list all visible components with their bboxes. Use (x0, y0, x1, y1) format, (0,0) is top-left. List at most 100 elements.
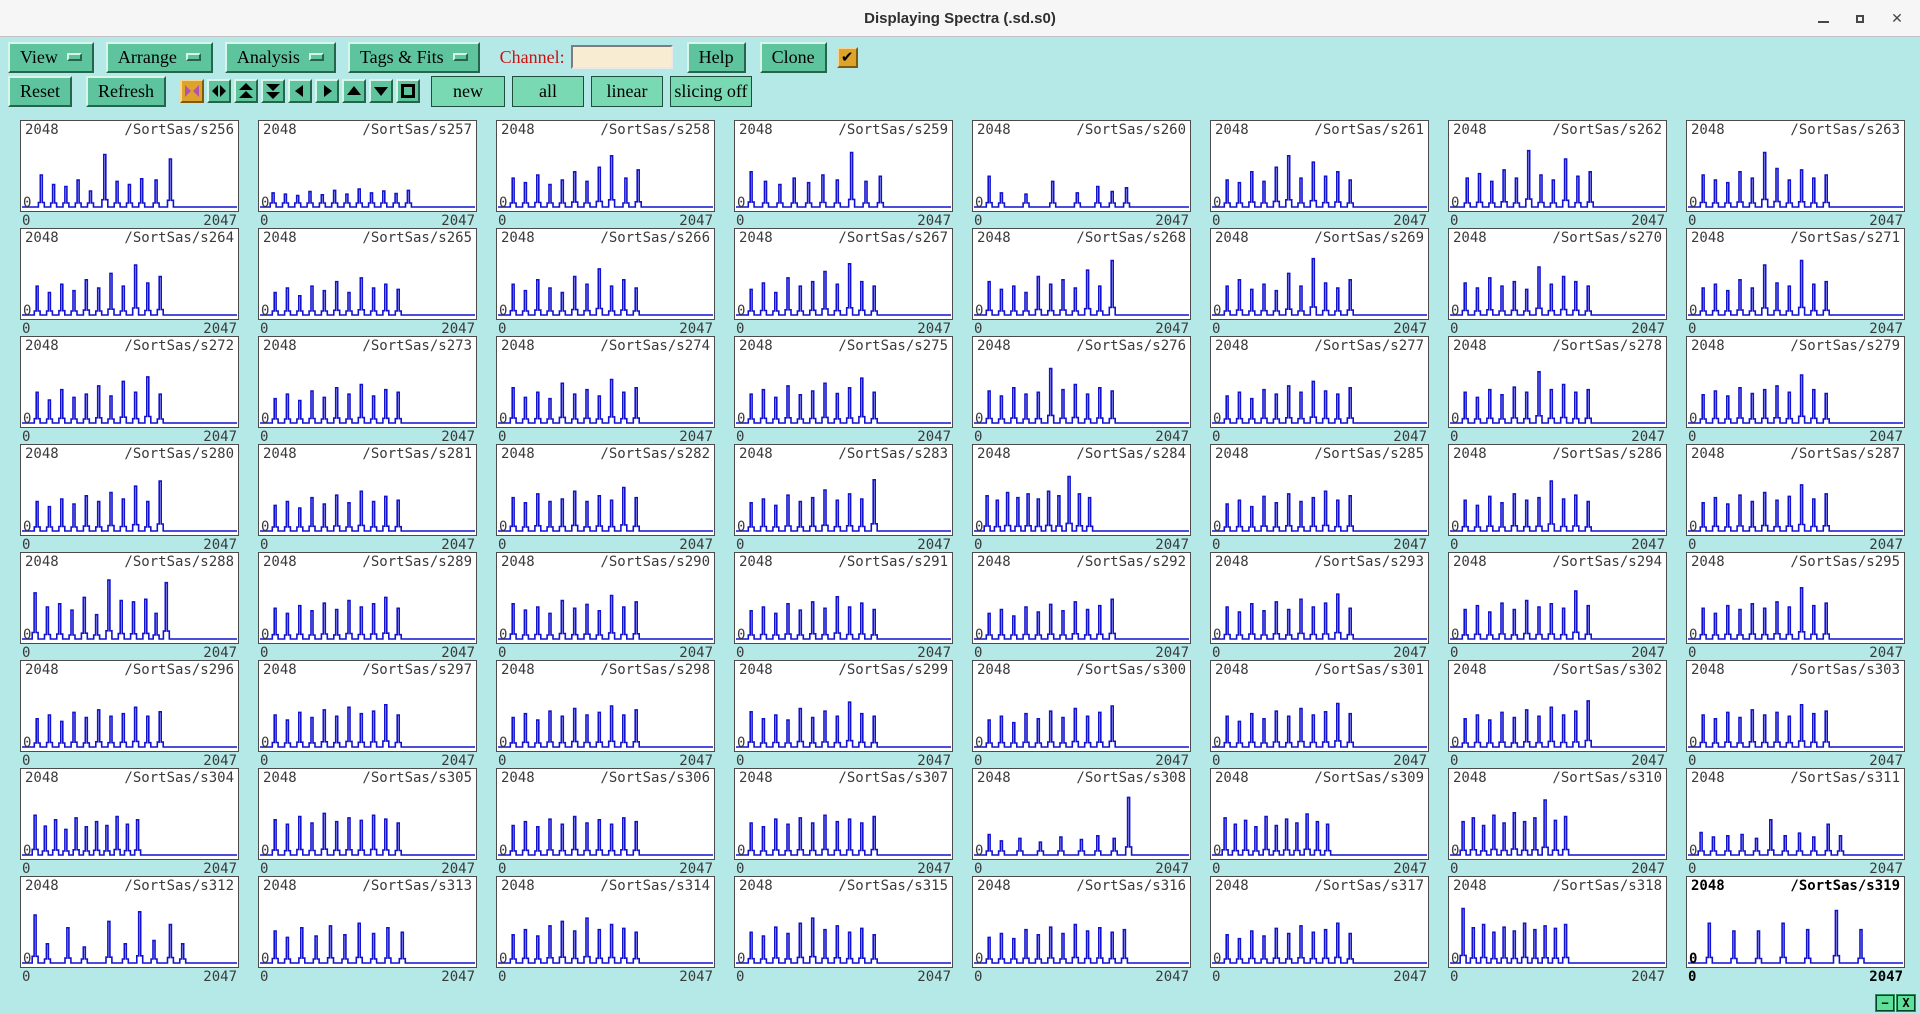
x-max-label: 2047 (679, 429, 713, 445)
spectrum-plot[interactable]: 2048/SortSas/s276 0 (972, 336, 1191, 428)
spectrum-plot[interactable]: 2048/SortSas/s310 0 (1448, 768, 1667, 860)
spectrum-plot[interactable]: 2048/SortSas/s289 0 (258, 552, 477, 644)
y-max-label: 2048 (1691, 770, 1725, 786)
spectrum-plot[interactable]: 2048/SortSas/s262 0 (1448, 120, 1667, 212)
spectrum-plot[interactable]: 2048/SortSas/s302 0 (1448, 660, 1667, 752)
x-max-label: 2047 (1869, 861, 1903, 877)
spectrum-plot[interactable]: 2048/SortSas/s303 0 (1686, 660, 1905, 752)
spectrum-plot[interactable]: 2048/SortSas/s258 0 (496, 120, 715, 212)
x-min-label: 0 (974, 321, 983, 337)
window-titlebar: Displaying Spectra (.sd.s0) ✕ (0, 0, 1920, 37)
spectrum-plot[interactable]: 2048/SortSas/s316 0 (972, 876, 1191, 968)
y-min-label: 0 (1213, 303, 1222, 319)
spectrum-plot[interactable]: 2048/SortSas/s299 0 (734, 660, 953, 752)
spectrum-plot[interactable]: 2048/SortSas/s282 0 (496, 444, 715, 536)
spectrum-plot[interactable]: 2048/SortSas/s281 0 (258, 444, 477, 536)
spectrum-plot[interactable]: 2048/SortSas/s279 0 (1686, 336, 1905, 428)
spectrum-name-label: /SortSas/s296 (124, 662, 234, 678)
spectrum-plot[interactable]: 2048/SortSas/s272 0 (20, 336, 239, 428)
spectrum-cell: 2048/SortSas/s302 0 0 2047 (1448, 660, 1667, 769)
spectrum-plot[interactable]: 2048/SortSas/s283 0 (734, 444, 953, 536)
spectrum-plot[interactable]: 2048/SortSas/s280 0 (20, 444, 239, 536)
spectrum-plot[interactable]: 2048/SortSas/s285 0 (1210, 444, 1429, 536)
spectrum-plot[interactable]: 2048/SortSas/s307 0 (734, 768, 953, 860)
spectrum-plot[interactable]: 2048/SortSas/s295 0 (1686, 552, 1905, 644)
spectrum-plot[interactable]: 2048/SortSas/s315 0 (734, 876, 953, 968)
spectrum-plot[interactable]: 2048/SortSas/s288 0 (20, 552, 239, 644)
spectrum-plot[interactable]: 2048/SortSas/s261 0 (1210, 120, 1429, 212)
spectrum-plot[interactable]: 2048/SortSas/s277 0 (1210, 336, 1429, 428)
x-max-label: 2047 (441, 537, 475, 553)
spectrum-plot[interactable]: 2048/SortSas/s271 0 (1686, 228, 1905, 320)
spectrum-plot[interactable]: 2048/SortSas/s266 0 (496, 228, 715, 320)
spectrum-plot[interactable]: 2048/SortSas/s314 0 (496, 876, 715, 968)
x-axis-labels: 0 2047 (20, 752, 239, 769)
window-minimize-button[interactable] (1816, 12, 1830, 26)
spectrum-plot[interactable]: 2048/SortSas/s312 0 (20, 876, 239, 968)
minimize-icon (1817, 21, 1829, 23)
y-min-label: 0 (1213, 627, 1222, 643)
spectrum-plot[interactable]: 2048/SortSas/s317 0 (1210, 876, 1429, 968)
spectrum-plot[interactable]: 2048/SortSas/s268 0 (972, 228, 1191, 320)
spectrum-plot[interactable]: 2048/SortSas/s294 0 (1448, 552, 1667, 644)
y-min-label: 0 (975, 303, 984, 319)
spectrum-plot[interactable]: 2048/SortSas/s305 0 (258, 768, 477, 860)
spectrum-plot[interactable]: 2048/SortSas/s260 0 (972, 120, 1191, 212)
spectrum-cell: 2048/SortSas/s264 0 0 2047 (20, 228, 239, 337)
spectrum-plot[interactable]: 2048/SortSas/s297 0 (258, 660, 477, 752)
spectrum-plot[interactable]: 2048/SortSas/s265 0 (258, 228, 477, 320)
spectrum-plot[interactable]: 2048/SortSas/s273 0 (258, 336, 477, 428)
spectrum-plot[interactable]: 2048/SortSas/s290 0 (496, 552, 715, 644)
spectrum-plot[interactable]: 2048/SortSas/s311 0 (1686, 768, 1905, 860)
spectrum-plot[interactable]: 2048/SortSas/s287 0 (1686, 444, 1905, 536)
y-max-label: 2048 (1691, 446, 1725, 462)
x-max-label: 2047 (1631, 213, 1665, 229)
mini-minimize-button[interactable]: − (1875, 994, 1895, 1012)
spectrum-plot[interactable]: 2048/SortSas/s293 0 (1210, 552, 1429, 644)
x-max-label: 2047 (917, 537, 951, 553)
spectrum-plot[interactable]: 2048/SortSas/s300 0 (972, 660, 1191, 752)
spectrum-plot[interactable]: 2048/SortSas/s259 0 (734, 120, 953, 212)
spectrum-plot[interactable]: 2048/SortSas/s284 0 (972, 444, 1191, 536)
mini-close-button[interactable]: X (1896, 994, 1916, 1012)
y-min-label: 0 (1451, 951, 1460, 967)
spectrum-plot[interactable]: 2048/SortSas/s257 0 (258, 120, 477, 212)
spectrum-plot[interactable]: 2048/SortSas/s313 0 (258, 876, 477, 968)
spectrum-plot[interactable]: 2048/SortSas/s296 0 (20, 660, 239, 752)
spectrum-plot[interactable]: 2048/SortSas/s291 0 (734, 552, 953, 644)
spectrum-plot[interactable]: 2048/SortSas/s275 0 (734, 336, 953, 428)
x-min-label: 0 (1688, 213, 1697, 229)
spectrum-plot[interactable]: 2048/SortSas/s301 0 (1210, 660, 1429, 752)
spectrum-plot[interactable]: 2048/SortSas/s319 0 (1686, 876, 1905, 968)
x-axis-labels: 0 2047 (734, 536, 953, 553)
spectrum-cell: 2048/SortSas/s261 0 0 2047 (1210, 120, 1429, 229)
x-max-label: 2047 (917, 645, 951, 661)
y-max-label: 2048 (739, 554, 773, 570)
spectrum-plot[interactable]: 2048/SortSas/s308 0 (972, 768, 1191, 860)
spectrum-name-label: /SortSas/s299 (838, 662, 948, 678)
window-maximize-button[interactable] (1853, 12, 1867, 26)
x-max-label: 2047 (1393, 321, 1427, 337)
spectrum-plot[interactable]: 2048/SortSas/s256 0 (20, 120, 239, 212)
spectrum-plot[interactable]: 2048/SortSas/s304 0 (20, 768, 239, 860)
spectrum-plot[interactable]: 2048/SortSas/s274 0 (496, 336, 715, 428)
spectrum-plot[interactable]: 2048/SortSas/s309 0 (1210, 768, 1429, 860)
y-max-label: 2048 (977, 122, 1011, 138)
spectrum-plot[interactable]: 2048/SortSas/s263 0 (1686, 120, 1905, 212)
spectrum-plot[interactable]: 2048/SortSas/s267 0 (734, 228, 953, 320)
spectrum-plot[interactable]: 2048/SortSas/s264 0 (20, 228, 239, 320)
x-axis-labels: 0 2047 (1210, 860, 1429, 877)
spectrum-plot[interactable]: 2048/SortSas/s306 0 (496, 768, 715, 860)
x-min-label: 0 (974, 969, 983, 985)
spectrum-cell: 2048/SortSas/s279 0 0 2047 (1686, 336, 1905, 445)
window-close-button[interactable]: ✕ (1890, 12, 1904, 26)
spectrum-plot[interactable]: 2048/SortSas/s292 0 (972, 552, 1191, 644)
spectrum-plot[interactable]: 2048/SortSas/s278 0 (1448, 336, 1667, 428)
spectrum-name-label: /SortSas/s300 (1076, 662, 1186, 678)
spectrum-plot[interactable]: 2048/SortSas/s269 0 (1210, 228, 1429, 320)
spectrum-plot[interactable]: 2048/SortSas/s270 0 (1448, 228, 1667, 320)
x-axis-labels: 0 2047 (1210, 644, 1429, 661)
spectrum-plot[interactable]: 2048/SortSas/s286 0 (1448, 444, 1667, 536)
spectrum-plot[interactable]: 2048/SortSas/s298 0 (496, 660, 715, 752)
spectrum-plot[interactable]: 2048/SortSas/s318 0 (1448, 876, 1667, 968)
